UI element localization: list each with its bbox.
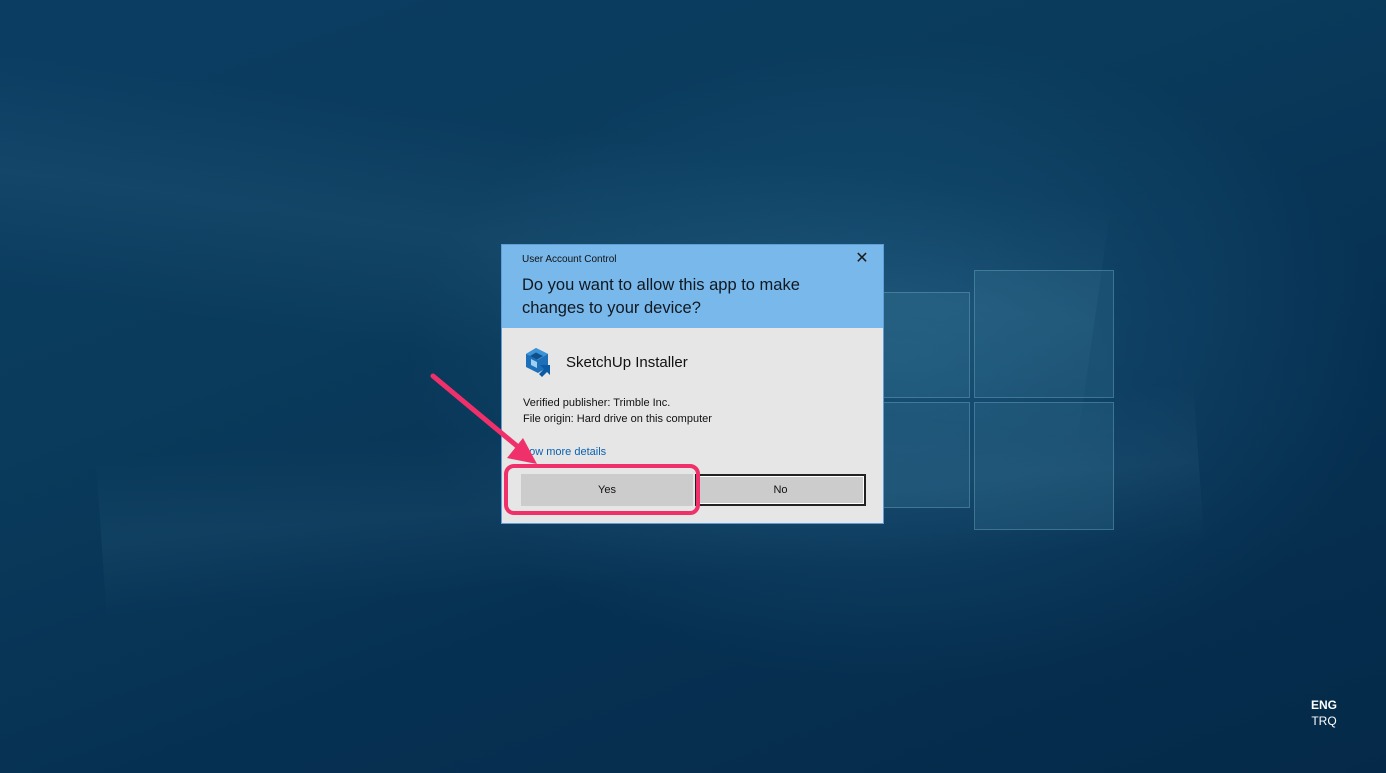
uac-header: User Account Control ✕ Do you want to al… <box>502 245 883 328</box>
sketchup-icon <box>526 348 550 377</box>
windows-logo-pane <box>880 402 970 508</box>
no-button-label: No <box>773 484 788 496</box>
windows-logo <box>880 270 1114 530</box>
desktop-background: User Account Control ✕ Do you want to al… <box>0 0 1386 773</box>
yes-button[interactable]: Yes <box>521 474 693 506</box>
keyboard-layout: TRQ <box>1311 714 1337 728</box>
file-origin-text: File origin: Hard drive on this computer <box>523 413 712 425</box>
language-indicator[interactable]: ENG TRQ <box>1300 697 1348 729</box>
uac-question: Do you want to allow this app to make ch… <box>522 276 800 317</box>
windows-logo-pane <box>974 270 1114 398</box>
uac-dialog: User Account Control ✕ Do you want to al… <box>501 244 884 524</box>
app-row: SketchUp Installer <box>522 345 688 379</box>
app-name: SketchUp Installer <box>566 353 688 371</box>
close-button[interactable]: ✕ <box>853 250 871 268</box>
no-button[interactable]: No <box>695 474 866 506</box>
show-more-details-link[interactable]: how more details <box>523 446 606 458</box>
language-code: ENG <box>1310 698 1337 712</box>
windows-logo-pane <box>974 402 1114 530</box>
yes-button-label: Yes <box>598 484 616 496</box>
close-icon: ✕ <box>855 250 869 267</box>
dialog-title: User Account Control <box>522 254 617 265</box>
publisher-text: Verified publisher: Trimble Inc. <box>523 397 671 409</box>
windows-logo-pane <box>880 292 970 398</box>
